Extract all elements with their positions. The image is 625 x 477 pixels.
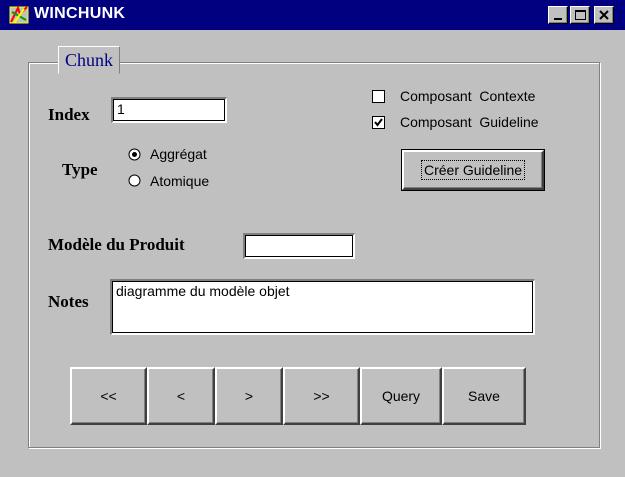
query-button-label: Query	[381, 388, 421, 404]
checkbox-composant-contexte-label[interactable]: Composant Contexte	[400, 88, 535, 104]
close-icon	[599, 10, 609, 20]
window-title: WINCHUNK	[34, 5, 126, 22]
previous-record-button-label: <	[176, 388, 186, 404]
chunk-group-label: Chunk	[58, 46, 121, 74]
create-guideline-button-label: Créer Guideline	[420, 160, 526, 180]
last-record-button-label: >>	[313, 388, 330, 404]
maximize-icon	[575, 10, 586, 20]
close-button[interactable]	[594, 6, 614, 24]
radio-atomique[interactable]	[128, 174, 141, 187]
last-record-button[interactable]: >>	[283, 367, 360, 425]
next-record-button-label: >	[244, 388, 254, 404]
radio-aggregat[interactable]	[128, 148, 141, 161]
notes-label: Notes	[48, 292, 89, 311]
first-record-button-label: <<	[100, 388, 117, 404]
minimize-icon	[554, 18, 562, 20]
minimize-button[interactable]	[548, 6, 568, 24]
product-model-field[interactable]	[243, 233, 355, 259]
maximize-button[interactable]	[570, 6, 590, 24]
create-guideline-button[interactable]: Créer Guideline	[401, 149, 545, 191]
product-model-label: Modèle du Produit	[48, 235, 185, 254]
notes-textarea[interactable]: diagramme du modèle objet	[110, 279, 535, 335]
previous-record-button[interactable]: <	[147, 367, 215, 425]
save-button-label: Save	[468, 388, 500, 404]
save-button[interactable]: Save	[442, 367, 526, 425]
index-field[interactable]: 1	[111, 97, 227, 123]
next-record-button[interactable]: >	[215, 367, 283, 425]
checkbox-composant-guideline-label[interactable]: Composant Guideline	[400, 114, 539, 130]
radio-atomique-label[interactable]: Atomique	[150, 173, 209, 189]
check-mark-icon	[374, 118, 383, 127]
query-button[interactable]: Query	[360, 367, 442, 425]
index-label: Index	[48, 105, 90, 124]
radio-aggregat-label[interactable]: Aggrégat	[150, 146, 207, 162]
winchunk-app-icon[interactable]	[8, 4, 30, 26]
checkbox-composant-contexte[interactable]	[372, 90, 385, 103]
type-label: Type	[62, 160, 98, 179]
first-record-button[interactable]: <<	[70, 367, 147, 425]
title-bar[interactable]: WINCHUNK	[0, 0, 625, 30]
checkbox-composant-guideline[interactable]	[372, 116, 385, 129]
